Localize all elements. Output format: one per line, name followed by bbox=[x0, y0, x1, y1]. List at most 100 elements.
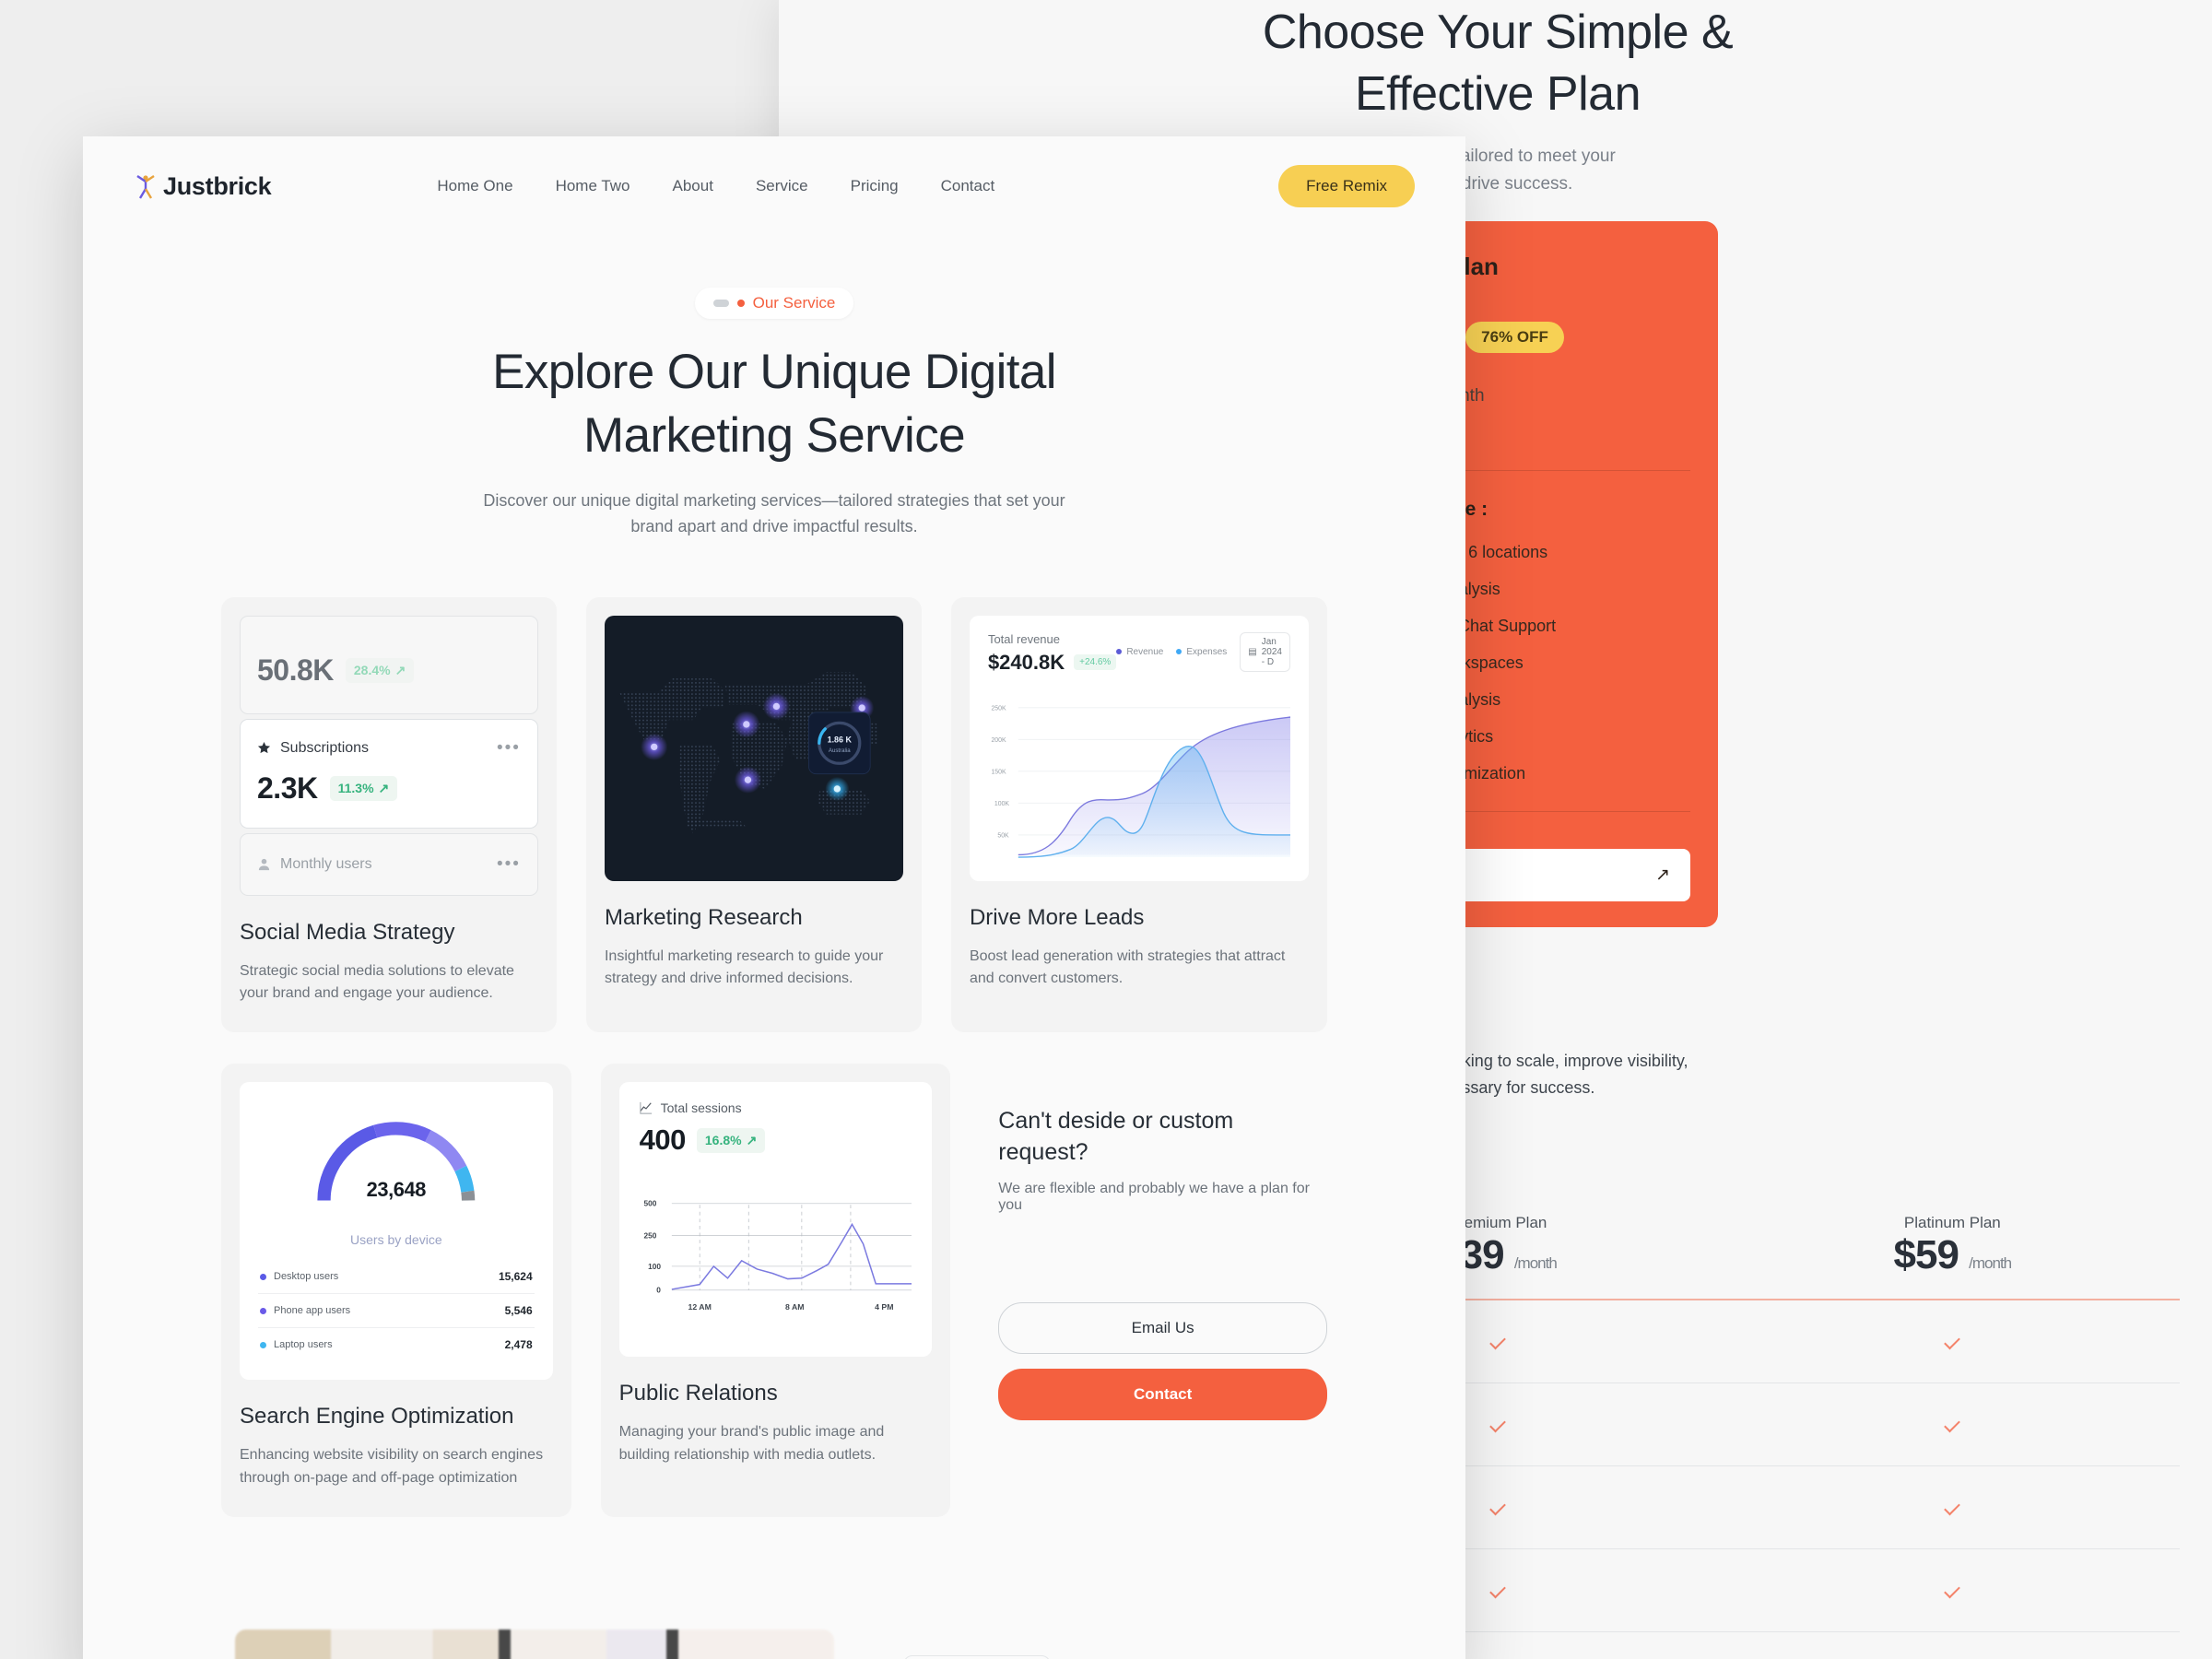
navbar: Justbrick Home One Home Two About Servic… bbox=[83, 136, 1465, 236]
revenue-label: Total revenue bbox=[987, 631, 1060, 646]
more-options-icon[interactable]: ••• bbox=[497, 854, 521, 875]
nav-item-about[interactable]: About bbox=[673, 177, 713, 195]
contact-button[interactable]: Contact bbox=[998, 1369, 1327, 1421]
price-value: $59 bbox=[1893, 1232, 1959, 1277]
arrow-up-right-icon: ↗ bbox=[378, 780, 390, 795]
revenue-chart-widget: Total revenue $240.8K +24.6% Revenue Exp… bbox=[969, 615, 1309, 881]
stat-box-monthly-users[interactable]: Monthly users ••• bbox=[240, 832, 538, 896]
column-plan-name: Platinum Plan bbox=[1903, 1214, 2001, 1231]
stat-label: Subscriptions bbox=[280, 739, 370, 756]
stat-box-subscriptions[interactable]: Subscriptions ••• 2.3K 11.3% ↗ bbox=[240, 718, 538, 829]
nav-item-pricing[interactable]: Pricing bbox=[851, 177, 899, 195]
delta-value: 11.3% bbox=[337, 781, 374, 796]
free-remix-button[interactable]: Free Remix bbox=[1278, 165, 1415, 207]
svg-text:8 AM: 8 AM bbox=[785, 1302, 804, 1312]
check-icon bbox=[1944, 1499, 1961, 1515]
check-icon bbox=[1944, 1333, 1961, 1349]
service-card-marketing-research[interactable]: 1.86 K Australia Marketing Research Insi… bbox=[585, 596, 922, 1033]
nav-item-home-two[interactable]: Home Two bbox=[556, 177, 630, 195]
list-item: Desktop users 15,624 bbox=[258, 1260, 535, 1293]
check-icon bbox=[1489, 1582, 1506, 1598]
stat-box-total[interactable]: 50.8K 28.4% ↗ bbox=[240, 615, 538, 714]
nav-item-contact[interactable]: Contact bbox=[941, 177, 995, 195]
legend-label: Expenses bbox=[1186, 646, 1228, 657]
device-legend-rows: Desktop users 15,624 Phone app users 5,5… bbox=[258, 1260, 535, 1361]
footer-image-strip bbox=[235, 1630, 834, 1659]
service-card-desc: Strategic social media solutions to elev… bbox=[240, 962, 514, 1001]
service-card-title: Drive More Leads bbox=[969, 904, 1145, 930]
svg-text:50K: 50K bbox=[997, 832, 1009, 839]
table-cell bbox=[1725, 1499, 2180, 1516]
justbrick-logo-icon bbox=[136, 175, 155, 199]
sessions-label: Total sessions bbox=[660, 1100, 742, 1116]
hero-title-line1: Explore Our Unique Digital bbox=[492, 345, 1056, 399]
stat-label-wrap: Monthly users bbox=[257, 856, 372, 873]
check-icon bbox=[1489, 1333, 1506, 1349]
delta-value: 16.8% bbox=[704, 1133, 742, 1148]
sessions-value: 400 bbox=[639, 1124, 687, 1157]
service-card-title: Marketing Research bbox=[604, 904, 803, 930]
stat-label-wrap: Subscriptions bbox=[257, 740, 369, 757]
stat-value: 50.8K bbox=[257, 653, 334, 687]
legend-label: Revenue bbox=[1126, 646, 1164, 657]
bg-page-title: Choose Your Simple & Effective Plan bbox=[779, 2, 2212, 124]
service-card-title: Search Engine Optimization bbox=[240, 1404, 514, 1430]
brand-logo[interactable]: Justbrick bbox=[134, 172, 272, 201]
bg-title-line1: Choose Your Simple & bbox=[1262, 6, 1734, 59]
cta-buttons: Email Us Contact bbox=[998, 1302, 1327, 1421]
service-card-social-media[interactable]: 50.8K 28.4% ↗ Subscriptions ••• 2.3K 11.… bbox=[221, 596, 557, 1033]
device-name-wrap: Desktop users bbox=[260, 1271, 338, 1282]
legend-dot-icon bbox=[1116, 649, 1123, 655]
arrow-up-right-icon: ↗ bbox=[1655, 865, 1670, 885]
svg-text:100K: 100K bbox=[994, 801, 1009, 807]
legend-item-revenue: Revenue bbox=[1116, 647, 1163, 657]
hero-section: Our Service Explore Our Unique Digital M… bbox=[83, 236, 1465, 540]
dotted-world-map-icon: 1.86 K Australia bbox=[619, 671, 878, 834]
legend-dot-icon bbox=[1176, 649, 1182, 655]
stat-value-row: 2.3K 11.3% ↗ bbox=[257, 771, 521, 806]
svg-text:100: 100 bbox=[648, 1262, 661, 1271]
nav-item-home-one[interactable]: Home One bbox=[437, 177, 512, 195]
sessions-line-chart: 500250 1000 12 AM 8 AM 4 PM bbox=[643, 1199, 912, 1312]
nav-item-service[interactable]: Service bbox=[756, 177, 808, 195]
svg-text:1.86 K: 1.86 K bbox=[828, 735, 853, 744]
date-range-selector[interactable]: ▤ Jan 2024 - D bbox=[1240, 631, 1290, 672]
line-chart-icon bbox=[640, 1102, 652, 1114]
hero-title-line2: Marketing Service bbox=[583, 407, 966, 463]
service-card-drive-more-leads[interactable]: Total revenue $240.8K +24.6% Revenue Exp… bbox=[950, 596, 1327, 1033]
revenue-summary: Total revenue $240.8K +24.6% bbox=[987, 631, 1117, 675]
service-card-desc: Insightful marketing research to guide y… bbox=[604, 947, 884, 986]
sessions-delta-badge: 16.8% ↗ bbox=[696, 1127, 766, 1153]
device-value: 15,624 bbox=[498, 1270, 533, 1284]
price-period: /month bbox=[1513, 1254, 1558, 1272]
stat-label: Monthly users bbox=[280, 855, 372, 872]
donut-caption: Users by device bbox=[350, 1232, 442, 1248]
svg-text:250: 250 bbox=[643, 1231, 656, 1241]
service-card-custom-request: Can't deside or custom request? We are f… bbox=[980, 1064, 1327, 1517]
check-icon bbox=[1944, 1582, 1961, 1598]
price-period: /month bbox=[1969, 1254, 2012, 1272]
foreground-service-page[interactable]: Justbrick Home One Home Two About Servic… bbox=[83, 136, 1465, 1659]
pill-bar-icon bbox=[712, 300, 729, 307]
page-title: Explore Our Unique Digital Marketing Ser… bbox=[83, 341, 1465, 468]
email-us-button[interactable]: Email Us bbox=[998, 1302, 1327, 1355]
service-card-seo[interactable]: 23,648 Users by device Desktop users 15,… bbox=[221, 1064, 571, 1517]
service-card-public-relations[interactable]: Total sessions 400 16.8% ↗ 500 250 100 0… bbox=[600, 1064, 951, 1517]
sessions-value-row: 400 16.8% ↗ bbox=[640, 1124, 912, 1157]
column-plan-price: $59 /month bbox=[1725, 1232, 2180, 1278]
date-range-label: Jan 2024 - D bbox=[1261, 636, 1282, 667]
more-options-icon[interactable]: ••• bbox=[497, 738, 521, 759]
stats-widget: 50.8K 28.4% ↗ Subscriptions ••• 2.3K 11.… bbox=[240, 615, 538, 896]
footer-preview-strip bbox=[83, 1602, 1465, 1659]
cta-title: Can't deside or custom request? bbox=[998, 1106, 1327, 1168]
revenue-area-chart: 250K 200K 150K 100K 50K bbox=[991, 705, 1291, 858]
stat-delta-badge: 28.4% ↗ bbox=[345, 657, 415, 683]
calendar-icon: ▤ bbox=[1248, 646, 1257, 657]
legend-dot-icon bbox=[260, 1341, 266, 1348]
arrow-up-right-icon: ↗ bbox=[746, 1132, 758, 1147]
svg-text:150K: 150K bbox=[991, 769, 1006, 775]
svg-text:12 AM: 12 AM bbox=[688, 1302, 711, 1312]
svg-text:500: 500 bbox=[643, 1199, 656, 1208]
comparison-column-platinum: Platinum Plan $59 /month bbox=[1725, 1214, 2180, 1278]
check-icon bbox=[1489, 1499, 1506, 1515]
